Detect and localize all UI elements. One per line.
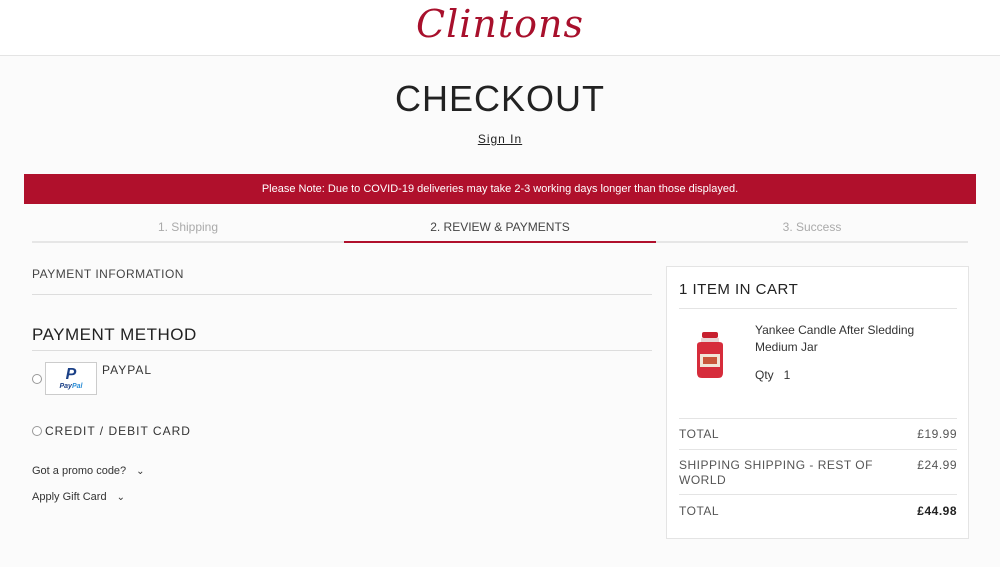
grand-total-value: £44.98 — [917, 504, 957, 518]
checkout-progress: 1. Shipping 2. REVIEW & PAYMENTS 3. Succ… — [32, 216, 968, 243]
gift-card-label[interactable]: Apply Gift Card — [32, 491, 107, 503]
grand-total-row: TOTAL £44.98 — [679, 494, 957, 526]
step-shipping[interactable]: 1. Shipping — [32, 216, 344, 241]
step-success: 3. Success — [782, 220, 842, 234]
promo-code-toggle[interactable]: Got a promo code? ⌄ — [32, 465, 145, 477]
covid-notice-banner: Please Note: Due to COVID-19 deliveries … — [24, 174, 976, 204]
subtotal-value: £19.99 — [917, 427, 957, 441]
qty-label: Qty — [755, 368, 774, 382]
paypal-label[interactable]: PAYPAL — [102, 362, 152, 378]
payment-information-heading: PAYMENT INFORMATION — [32, 267, 652, 295]
cart-item-name[interactable]: Yankee Candle After Sledding Medium Jar — [755, 322, 960, 356]
paypal-wordmark: PayPal — [59, 382, 83, 390]
promo-code-label[interactable]: Got a promo code? — [32, 465, 126, 477]
subtotal-row: TOTAL £19.99 — [679, 418, 957, 449]
card-label[interactable]: CREDIT / DEBIT CARD — [45, 424, 191, 438]
paypal-radio[interactable] — [32, 374, 42, 384]
order-summary: 1 ITEM IN CART Yankee Candle After Sledd… — [666, 266, 969, 539]
shipping-label: SHIPPING SHIPPING - REST OF WORLD — [679, 458, 873, 487]
step-review-payments[interactable]: 2. REVIEW & PAYMENTS — [344, 216, 656, 243]
site-header: Clintons — [0, 0, 1000, 56]
page-title: CHECKOUT — [394, 78, 605, 119]
gift-card-toggle[interactable]: Apply Gift Card ⌄ — [32, 491, 125, 503]
chevron-down-icon[interactable]: ⌄ — [117, 492, 125, 503]
payment-method-heading: PAYMENT METHOD — [32, 325, 652, 351]
brand-logo[interactable]: Clintons — [0, 2, 1000, 46]
paypal-p-icon: P — [65, 365, 77, 383]
card-radio[interactable] — [32, 426, 42, 436]
paypal-logo: P PayPal — [45, 362, 97, 395]
sign-in-row: Sign In — [0, 132, 1000, 146]
product-image — [697, 332, 723, 378]
cart-item-qty: Qty 1 — [755, 368, 790, 382]
subtotal-label: TOTAL — [679, 427, 720, 441]
sign-in-link[interactable]: Sign In — [478, 132, 522, 146]
cart-title: 1 ITEM IN CART — [679, 281, 957, 309]
card-option[interactable]: CREDIT / DEBIT CARD — [32, 424, 191, 438]
chevron-down-icon[interactable]: ⌄ — [136, 466, 144, 477]
shipping-row: SHIPPING SHIPPING - REST OF WORLD £24.99 — [679, 449, 957, 494]
shipping-value: £24.99 — [917, 458, 957, 472]
qty-value: 1 — [783, 368, 791, 382]
paypal-option[interactable]: P PayPal PAYPAL — [32, 362, 152, 395]
grand-total-label: TOTAL — [679, 504, 720, 518]
